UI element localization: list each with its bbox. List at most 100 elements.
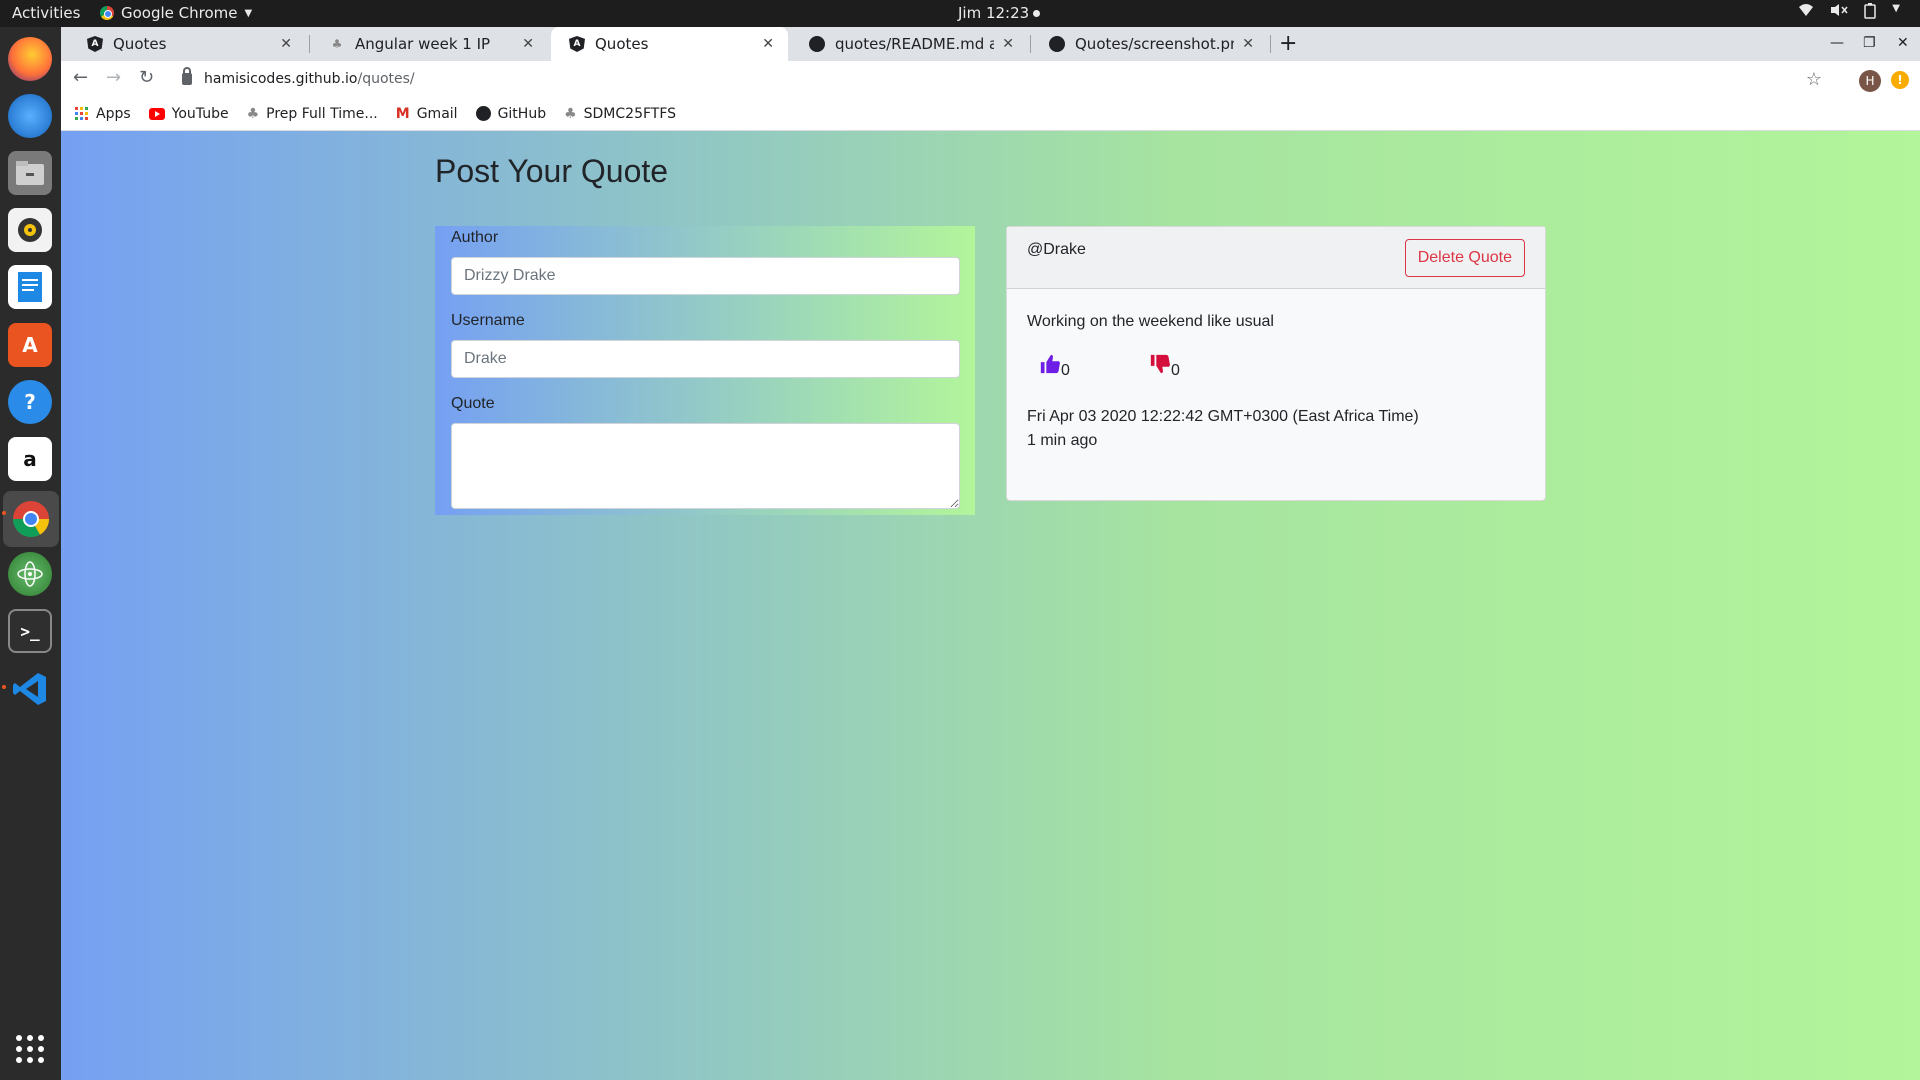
system-top-bar: Activities Google Chrome ▼ Jim 12:23 ▼ xyxy=(0,0,1920,27)
browser-window: A Quotes ✕ ♣ Angular week 1 IP ✕ A Quote… xyxy=(61,27,1920,131)
update-alert-icon[interactable]: ! xyxy=(1891,71,1909,89)
show-applications-icon[interactable] xyxy=(16,1035,44,1063)
writer-icon[interactable] xyxy=(8,265,52,309)
tab-strip: A Quotes ✕ ♣ Angular week 1 IP ✕ A Quote… xyxy=(61,27,1920,61)
page-content: Post Your Quote Author Username Quote @D… xyxy=(61,131,1920,1080)
bookmark-label: Gmail xyxy=(416,105,458,122)
bookmarks-bar: Apps YouTube ♣ Prep Full Time... M Gmail… xyxy=(61,97,1920,131)
url-host: hamisicodes.github.io xyxy=(204,71,358,87)
bookmark-label: SDMC25FTFS xyxy=(583,105,677,122)
downvote-button[interactable]: 0 xyxy=(1149,353,1180,380)
thunderbird-icon[interactable] xyxy=(8,94,52,138)
browser-toolbar: ← → ↻ hamisicodes.github.io/quotes/ ☆ H … xyxy=(61,61,1920,97)
username-label: Username xyxy=(451,312,525,329)
username-input[interactable] xyxy=(451,340,960,378)
close-icon[interactable]: ✕ xyxy=(280,36,292,52)
quote-card-header: @Drake Delete Quote xyxy=(1007,227,1545,289)
tab-angular-week[interactable]: ♣ Angular week 1 IP ✕ xyxy=(311,27,548,61)
bookmark-gmail[interactable]: M Gmail xyxy=(396,106,458,122)
chrome-icon xyxy=(100,6,114,20)
tab-quotes-1[interactable]: A Quotes ✕ xyxy=(69,27,306,61)
vscode-icon[interactable] xyxy=(8,667,52,711)
profile-avatar[interactable]: H xyxy=(1859,70,1881,92)
window-close-icon[interactable]: ✕ xyxy=(1897,35,1909,51)
bookmark-label: Apps xyxy=(96,105,131,122)
github-icon xyxy=(809,36,825,52)
delete-quote-button[interactable]: Delete Quote xyxy=(1404,239,1525,277)
palm-icon: ♣ xyxy=(246,105,260,122)
bookmark-star-icon[interactable]: ☆ xyxy=(1806,69,1822,90)
clock[interactable]: Jim 12:23 xyxy=(958,4,1041,22)
close-icon[interactable]: ✕ xyxy=(762,36,774,52)
bookmark-label: YouTube xyxy=(171,105,229,122)
upvote-count: 0 xyxy=(1061,362,1070,379)
help-icon[interactable]: ? xyxy=(8,380,52,424)
quote-text: Working on the weekend like usual xyxy=(1027,313,1274,330)
tab-title: quotes/README.md at m xyxy=(835,35,995,53)
caret-down-icon: ▼ xyxy=(244,7,253,19)
activities-button[interactable]: Activities xyxy=(12,4,80,22)
bookmark-github[interactable]: GitHub xyxy=(475,106,546,122)
github-icon xyxy=(475,106,491,121)
restore-icon[interactable]: ❐ xyxy=(1863,35,1876,51)
thumbs-down-icon xyxy=(1149,353,1171,380)
author-input[interactable] xyxy=(451,257,960,295)
tab-screenshot[interactable]: Quotes/screenshot.png a ✕ xyxy=(1031,27,1268,61)
thumbs-up-icon xyxy=(1039,353,1061,380)
tab-title: Quotes xyxy=(595,35,649,53)
tab-title: Quotes/screenshot.png a xyxy=(1075,35,1235,53)
amazon-icon[interactable]: a xyxy=(8,437,52,481)
close-icon[interactable]: ✕ xyxy=(1242,36,1254,52)
quote-username: @Drake xyxy=(1027,241,1086,258)
quote-textarea[interactable] xyxy=(451,423,960,509)
back-icon[interactable]: ← xyxy=(73,67,88,88)
page-title: Post Your Quote xyxy=(435,153,669,189)
firefox-icon[interactable] xyxy=(8,37,52,81)
reload-icon[interactable]: ↻ xyxy=(139,67,154,88)
software-icon[interactable]: A xyxy=(8,323,52,367)
palm-icon: ♣ xyxy=(564,105,577,122)
running-indicator-icon xyxy=(2,511,6,515)
url-path: /quotes/ xyxy=(357,71,415,87)
close-icon[interactable]: ✕ xyxy=(1002,36,1014,52)
upvote-button[interactable]: 0 xyxy=(1039,353,1070,380)
bookmark-youtube[interactable]: YouTube xyxy=(148,105,229,122)
app-menu[interactable]: Google Chrome ▼ xyxy=(100,4,252,22)
apps-grid-icon xyxy=(75,106,89,121)
clock-label: Jim 12:23 xyxy=(958,4,1030,22)
tab-quotes-active[interactable]: A Quotes ✕ xyxy=(551,27,788,61)
quote-label: Quote xyxy=(451,395,495,412)
running-indicator-icon xyxy=(2,685,6,689)
rhythmbox-icon[interactable] xyxy=(8,208,52,252)
bookmark-sdmc[interactable]: ♣ SDMC25FTFS xyxy=(564,106,676,122)
tab-separator xyxy=(309,35,310,53)
forward-icon[interactable]: → xyxy=(106,67,121,88)
close-icon[interactable]: ✕ xyxy=(522,36,534,52)
quote-card-body: Working on the weekend like usual 0 0 Fr… xyxy=(1027,313,1419,449)
system-tray[interactable]: ▼ xyxy=(1798,3,1900,23)
author-label: Author xyxy=(451,229,499,246)
minimize-icon[interactable]: — xyxy=(1830,35,1844,51)
quote-card: @Drake Delete Quote Working on the weeke… xyxy=(1006,226,1546,501)
terminal-icon[interactable]: >_ xyxy=(8,609,52,653)
volume-muted-icon xyxy=(1830,3,1848,23)
angular-icon: A xyxy=(569,36,585,52)
palm-icon: ♣ xyxy=(331,37,343,51)
address-bar[interactable]: hamisicodes.github.io/quotes/ ☆ xyxy=(172,65,1872,93)
tab-readme[interactable]: quotes/README.md at m ✕ xyxy=(791,27,1028,61)
wifi-icon xyxy=(1798,3,1814,23)
quote-form: Author Username Quote xyxy=(435,226,975,515)
github-icon xyxy=(1049,36,1065,52)
bookmark-apps[interactable]: Apps xyxy=(75,106,131,122)
tab-title: Angular week 1 IP xyxy=(355,35,491,53)
new-tab-icon[interactable]: + xyxy=(1279,31,1297,56)
battery-icon xyxy=(1864,3,1877,23)
chrome-icon[interactable] xyxy=(3,491,59,547)
tab-separator xyxy=(1270,35,1271,53)
quote-date: Fri Apr 03 2020 12:22:42 GMT+0300 (East … xyxy=(1027,408,1419,425)
angular-icon: A xyxy=(87,36,103,52)
bookmark-prep[interactable]: ♣ Prep Full Time... xyxy=(247,106,378,122)
vote-controls: 0 0 xyxy=(1039,353,1239,383)
files-icon[interactable] xyxy=(8,151,52,195)
atom-icon[interactable] xyxy=(8,552,52,596)
